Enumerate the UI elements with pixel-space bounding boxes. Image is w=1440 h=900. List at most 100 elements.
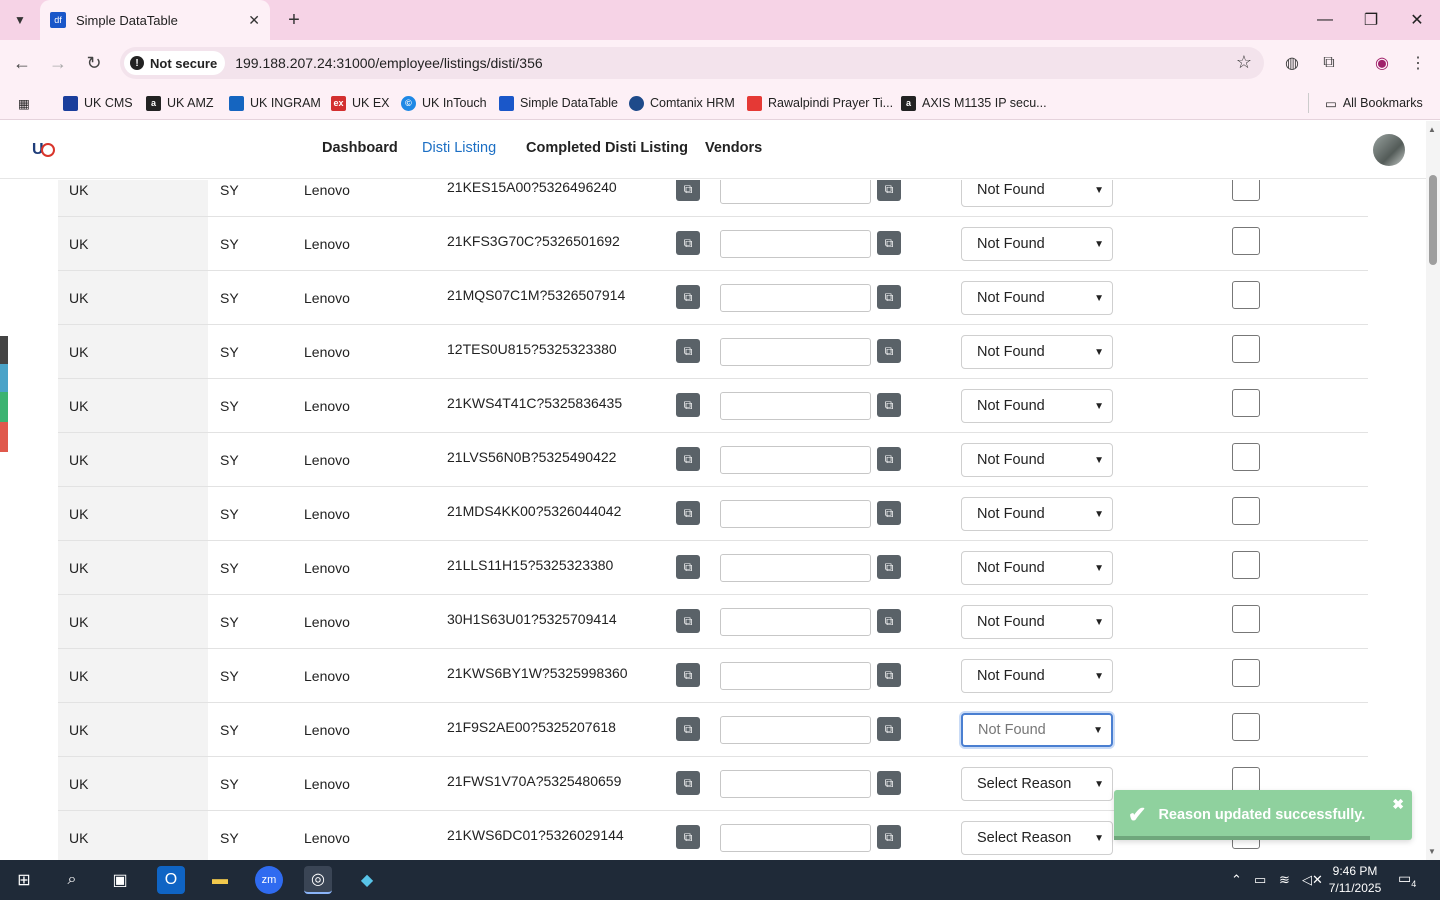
- bookmark-uk-cms[interactable]: UK CMS: [63, 93, 133, 113]
- paste-button[interactable]: ⧉: [877, 393, 901, 417]
- copy-sku-button[interactable]: ⧉: [676, 393, 700, 417]
- copy-sku-button[interactable]: ⧉: [676, 825, 700, 849]
- value-input[interactable]: [720, 284, 871, 312]
- value-input[interactable]: [720, 338, 871, 366]
- app-diamond-icon[interactable]: ◆: [353, 866, 381, 894]
- chrome-icon[interactable]: ◎: [304, 866, 332, 894]
- copy-sku-button[interactable]: ⧉: [676, 663, 700, 687]
- notification-icon[interactable]: ▭4: [1398, 870, 1420, 890]
- outlook-icon[interactable]: O: [157, 866, 185, 894]
- address-bar[interactable]: ! Not secure 199.188.207.24:31000/employ…: [120, 47, 1264, 79]
- tab-close-icon[interactable]: ✕: [248, 12, 260, 29]
- row-checkbox[interactable]: [1232, 605, 1260, 633]
- copy-sku-button[interactable]: ⧉: [676, 771, 700, 795]
- bookmark-star-icon[interactable]: ☆: [1236, 52, 1252, 73]
- toast-close-icon[interactable]: ✖: [1392, 796, 1404, 813]
- tab-search-chevron-icon[interactable]: ▼: [8, 8, 32, 32]
- copy-sku-button[interactable]: ⧉: [676, 180, 700, 201]
- zoom-icon[interactable]: zm: [255, 866, 283, 894]
- value-input[interactable]: [720, 824, 871, 852]
- nav-completed-disti-listing[interactable]: Completed Disti Listing: [526, 140, 688, 156]
- bookmark-simple-datatable[interactable]: Simple DataTable: [499, 93, 618, 113]
- paste-button[interactable]: ⧉: [877, 555, 901, 579]
- reason-select[interactable]: Not Found ▼: [961, 443, 1113, 477]
- copy-sku-button[interactable]: ⧉: [676, 285, 700, 309]
- value-input[interactable]: [720, 392, 871, 420]
- value-input[interactable]: [720, 180, 871, 204]
- bookmark-uk-amz[interactable]: a UK AMZ: [146, 93, 214, 113]
- bookmark-prayer-times[interactable]: Rawalpindi Prayer Ti...: [747, 93, 893, 113]
- reload-icon[interactable]: ↻: [81, 50, 107, 76]
- row-checkbox[interactable]: [1232, 389, 1260, 417]
- tray-device-icon[interactable]: ▭: [1254, 872, 1266, 888]
- reason-select[interactable]: Not Found ▼: [961, 281, 1113, 315]
- copy-sku-button[interactable]: ⧉: [676, 609, 700, 633]
- copy-sku-button[interactable]: ⧉: [676, 501, 700, 525]
- row-checkbox[interactable]: [1232, 551, 1260, 579]
- task-view-icon[interactable]: ▣: [106, 866, 134, 894]
- value-input[interactable]: [720, 446, 871, 474]
- copy-sku-button[interactable]: ⧉: [676, 717, 700, 741]
- paste-button[interactable]: ⧉: [877, 771, 901, 795]
- volume-muted-icon[interactable]: ◁✕: [1302, 872, 1323, 888]
- new-tab-icon[interactable]: +: [282, 8, 306, 32]
- security-chip[interactable]: ! Not secure: [124, 51, 226, 75]
- reason-select[interactable]: Select Reason ▼: [961, 821, 1113, 855]
- value-input[interactable]: [720, 662, 871, 690]
- row-checkbox[interactable]: [1232, 659, 1260, 687]
- paste-button[interactable]: ⧉: [877, 285, 901, 309]
- paste-button[interactable]: ⧉: [877, 825, 901, 849]
- restore-icon[interactable]: ❐: [1357, 8, 1385, 32]
- value-input[interactable]: [720, 770, 871, 798]
- translate-icon[interactable]: ◍: [1281, 52, 1303, 74]
- reason-select[interactable]: Select Reason ▼: [961, 767, 1113, 801]
- paste-button[interactable]: ⧉: [877, 180, 901, 201]
- value-input[interactable]: [720, 500, 871, 528]
- copy-sku-button[interactable]: ⧉: [676, 339, 700, 363]
- copy-sku-button[interactable]: ⧉: [676, 447, 700, 471]
- menu-kebab-icon[interactable]: ⋮: [1407, 52, 1429, 74]
- extensions-icon[interactable]: ⧉: [1318, 52, 1340, 74]
- paste-button[interactable]: ⧉: [877, 663, 901, 687]
- nav-vendors[interactable]: Vendors: [705, 140, 762, 156]
- reason-select[interactable]: Not Found ▼: [961, 335, 1113, 369]
- bookmark-uk-intouch[interactable]: © UK InTouch: [401, 93, 487, 113]
- file-explorer-icon[interactable]: ▬: [206, 866, 234, 894]
- copy-sku-button[interactable]: ⧉: [676, 555, 700, 579]
- profile-icon[interactable]: ◉: [1371, 52, 1393, 74]
- copy-sku-button[interactable]: ⧉: [676, 231, 700, 255]
- paste-button[interactable]: ⧉: [877, 231, 901, 255]
- nav-disti-listing[interactable]: Disti Listing: [422, 140, 496, 156]
- reason-select[interactable]: Not Found ▼: [961, 713, 1113, 747]
- tray-chevron-icon[interactable]: ⌃: [1231, 872, 1242, 888]
- row-checkbox[interactable]: [1232, 443, 1260, 471]
- row-checkbox[interactable]: [1232, 713, 1260, 741]
- bookmark-uk-ex[interactable]: ex UK EX: [331, 93, 390, 113]
- row-checkbox[interactable]: [1232, 497, 1260, 525]
- paste-button[interactable]: ⧉: [877, 339, 901, 363]
- minimize-icon[interactable]: —: [1311, 8, 1339, 32]
- row-checkbox[interactable]: [1232, 227, 1260, 255]
- scroll-up-icon[interactable]: ▲: [1428, 125, 1436, 134]
- row-checkbox[interactable]: [1232, 180, 1260, 201]
- all-bookmarks[interactable]: ▭ All Bookmarks: [1308, 93, 1423, 113]
- reason-select[interactable]: Not Found ▼: [961, 497, 1113, 531]
- row-checkbox[interactable]: [1232, 335, 1260, 363]
- nav-dashboard[interactable]: Dashboard: [322, 140, 398, 156]
- system-clock[interactable]: 9:46 PM 7/11/2025: [1326, 863, 1384, 897]
- forward-icon[interactable]: →: [45, 50, 71, 76]
- reason-select[interactable]: Not Found ▼: [961, 180, 1113, 207]
- value-input[interactable]: [720, 716, 871, 744]
- close-window-icon[interactable]: ✕: [1403, 8, 1431, 32]
- browser-tab[interactable]: df Simple DataTable ✕: [40, 0, 270, 40]
- value-input[interactable]: [720, 230, 871, 258]
- reason-select[interactable]: Not Found ▼: [961, 389, 1113, 423]
- bookmark-axis[interactable]: a AXIS M1135 IP secu...: [901, 93, 1047, 113]
- avatar[interactable]: [1373, 134, 1405, 166]
- wifi-icon[interactable]: ≋: [1279, 872, 1290, 888]
- scrollbar-thumb[interactable]: [1429, 175, 1437, 265]
- back-icon[interactable]: ←: [9, 50, 35, 76]
- url-text[interactable]: 199.188.207.24:31000/employee/listings/d…: [235, 55, 542, 71]
- page-scrollbar[interactable]: ▲ ▼: [1426, 121, 1440, 860]
- reason-select[interactable]: Not Found ▼: [961, 227, 1113, 261]
